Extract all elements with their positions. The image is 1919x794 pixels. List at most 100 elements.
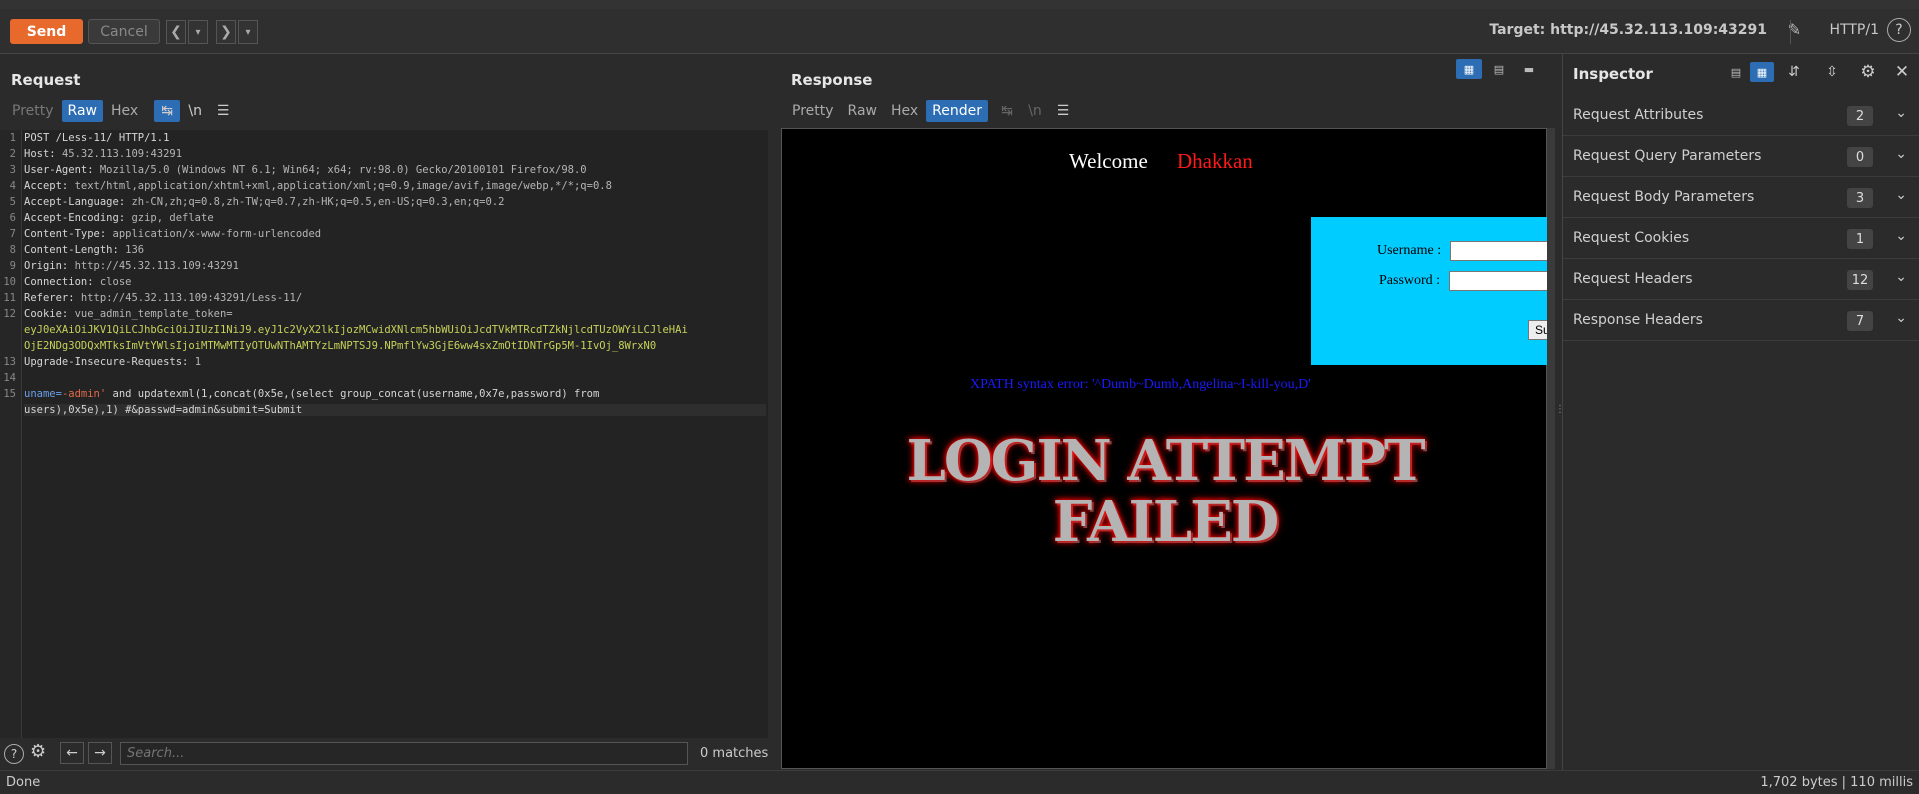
menu-icon[interactable]: ☰ xyxy=(210,100,236,122)
wrap-lines-icon[interactable]: ↹ xyxy=(154,100,181,122)
section-label: Request Headers xyxy=(1573,271,1693,287)
tab-hex[interactable]: Hex xyxy=(105,100,144,122)
search-input[interactable] xyxy=(120,742,688,765)
chevron-down-icon[interactable]: ⌄ xyxy=(1895,269,1907,285)
welcome-text: Welcome xyxy=(1069,149,1148,173)
chevron-down-icon[interactable]: ⌄ xyxy=(1895,310,1907,326)
layout-single-icon[interactable]: ▬ xyxy=(1516,59,1542,79)
header-user-agent: User-Agent: Mozilla/5.0 (Windows NT 6.1;… xyxy=(24,164,587,176)
inspector-section[interactable]: Request Headers 12 ⌄ xyxy=(1563,259,1919,300)
forward-history-chevron-icon[interactable]: ▾ xyxy=(238,20,258,44)
body-line-1: uname=-admin' and updatexml(1,concat(0x5… xyxy=(24,388,599,400)
header-name: Content-Length: xyxy=(24,244,126,256)
show-newlines-icon[interactable]: \n xyxy=(1022,100,1048,122)
help-icon[interactable]: ? xyxy=(4,744,24,764)
payload-text: and updatexml(1,concat(0x5e,(select grou… xyxy=(106,388,600,400)
header-accept: Accept: text/html,application/xhtml+xml,… xyxy=(24,180,612,192)
send-button[interactable]: Send xyxy=(10,19,83,44)
match-count: 0 matches xyxy=(700,746,769,761)
login-failed-banner-line2: FAILED xyxy=(1052,489,1280,555)
layout-horizontal-icon[interactable]: ▤ xyxy=(1486,59,1512,79)
tab-pretty[interactable]: Pretty xyxy=(786,100,840,122)
line-number: 14 xyxy=(3,372,16,384)
submit-button[interactable]: Su xyxy=(1528,320,1548,340)
header-name: Cookie: xyxy=(24,308,75,320)
inspector-section[interactable]: Request Attributes 2 ⌄ xyxy=(1563,95,1919,136)
header-value: 45.32.113.109:43291 xyxy=(61,148,183,160)
section-count-badge: 2 xyxy=(1847,106,1873,126)
header-name: User-Agent: xyxy=(24,164,100,176)
expand-all-icon[interactable]: ⇵ xyxy=(1776,62,1812,82)
panel-splitter[interactable]: ⋮ xyxy=(1555,54,1565,770)
inspector-section[interactable]: Request Cookies 1 ⌄ xyxy=(1563,218,1919,259)
login-failed-banner-line1: LOGIN ATTEMPT xyxy=(906,428,1425,494)
response-stats: 1,702 bytes | 110 millis xyxy=(1760,775,1913,790)
collapse-all-icon[interactable]: ⇳ xyxy=(1814,62,1850,82)
chevron-down-icon[interactable]: ⌄ xyxy=(1895,187,1907,203)
header-value: application/x-www-form-urlencoded xyxy=(112,228,322,240)
tab-pretty[interactable]: Pretty xyxy=(6,100,60,122)
header-name: Accept-Encoding: xyxy=(24,212,132,224)
settings-icon[interactable]: ⚙ xyxy=(30,741,46,762)
close-icon[interactable]: ✕ xyxy=(1886,62,1918,82)
cancel-button[interactable]: Cancel xyxy=(88,19,160,44)
response-title: Response xyxy=(791,71,873,89)
header-name: Upgrade-Insecure-Requests: xyxy=(24,356,195,368)
cookie-token-part2: OjE2NDg3ODQxMTksImVtYWlsIjoiMTMwMTIyOTUw… xyxy=(24,340,657,352)
inspector-title: Inspector xyxy=(1573,65,1653,83)
request-title: Request xyxy=(11,71,81,89)
request-line: POST /Less-11/ HTTP/1.1 xyxy=(24,132,169,144)
chevron-down-icon[interactable]: ⌄ xyxy=(1895,228,1907,244)
divider xyxy=(1790,20,1791,44)
inspector-section[interactable]: Request Body Parameters 3 ⌄ xyxy=(1563,177,1919,218)
line-number: 10 xyxy=(3,276,16,288)
header-name: Connection: xyxy=(24,276,100,288)
header-value: Mozilla/5.0 (Windows NT 6.1; Win64; x64;… xyxy=(99,164,587,176)
back-icon[interactable]: ❮ xyxy=(166,20,186,44)
header-name: Referer: xyxy=(24,292,81,304)
tab-render[interactable]: Render xyxy=(926,100,989,122)
scrollbar[interactable] xyxy=(1547,128,1555,769)
section-label: Request Query Parameters xyxy=(1573,148,1762,164)
username-input[interactable] xyxy=(1450,241,1548,261)
inspector-layout-active-icon[interactable]: ▦ xyxy=(1750,62,1774,82)
section-count-badge: 3 xyxy=(1847,188,1873,208)
tab-hex[interactable]: Hex xyxy=(885,100,924,122)
param-value: -admin' xyxy=(61,388,107,400)
search-bar: ? ⚙ ← → 0 matches xyxy=(0,738,775,770)
forward-icon[interactable]: ❯ xyxy=(216,20,236,44)
help-icon[interactable]: ? xyxy=(1887,18,1911,42)
password-input[interactable] xyxy=(1449,271,1548,291)
next-match-icon[interactable]: → xyxy=(88,742,112,764)
previous-match-icon[interactable]: ← xyxy=(60,742,84,764)
header-name: Origin: xyxy=(24,260,75,272)
xpath-error-text: XPATH syntax error: '^Dumb~Dumb,Angelina… xyxy=(970,377,1311,392)
line-number: 5 xyxy=(9,196,16,208)
section-count-badge: 7 xyxy=(1847,311,1873,331)
line-number: 12 xyxy=(3,308,16,320)
layout-toggle: ▦ ▤ ▬ xyxy=(1456,59,1542,79)
tab-strip xyxy=(0,0,1919,9)
http-version-label[interactable]: HTTP/1 xyxy=(1830,22,1879,38)
inspector-section[interactable]: Request Query Parameters 0 ⌄ xyxy=(1563,136,1919,177)
tab-raw[interactable]: Raw xyxy=(842,100,883,122)
header-value: http://45.32.113.109:43291/Less-11/ xyxy=(80,292,303,304)
target-label[interactable]: Target: http://45.32.113.109:43291 xyxy=(1489,22,1767,38)
welcome-name: Dhakkan xyxy=(1177,149,1253,173)
header-accept-language: Accept-Language: zh-CN,zh;q=0.8,zh-TW;q=… xyxy=(24,196,504,208)
tab-raw[interactable]: Raw xyxy=(61,100,103,122)
layout-split-icon[interactable]: ▦ xyxy=(1456,59,1482,79)
inspector-layout-icon[interactable]: ▤ xyxy=(1724,62,1748,82)
chevron-down-icon[interactable]: ⌄ xyxy=(1895,146,1907,162)
rendered-response[interactable]: Welcome Dhakkan Username : Password : Su… xyxy=(781,128,1548,769)
chevron-down-icon[interactable]: ⌄ xyxy=(1895,105,1907,121)
inspector-section[interactable]: Response Headers 7 ⌄ xyxy=(1563,300,1919,341)
header-name: Host: xyxy=(24,148,62,160)
wrap-lines-icon[interactable]: ↹ xyxy=(994,100,1020,122)
back-history-chevron-icon[interactable]: ▾ xyxy=(188,20,208,44)
menu-icon[interactable]: ☰ xyxy=(1050,100,1076,122)
section-count-badge: 1 xyxy=(1847,229,1873,249)
header-cookie: Cookie: vue_admin_template_token= xyxy=(24,308,233,320)
show-newlines-icon[interactable]: \n xyxy=(182,100,208,122)
settings-icon[interactable]: ⚙ xyxy=(1852,62,1884,82)
